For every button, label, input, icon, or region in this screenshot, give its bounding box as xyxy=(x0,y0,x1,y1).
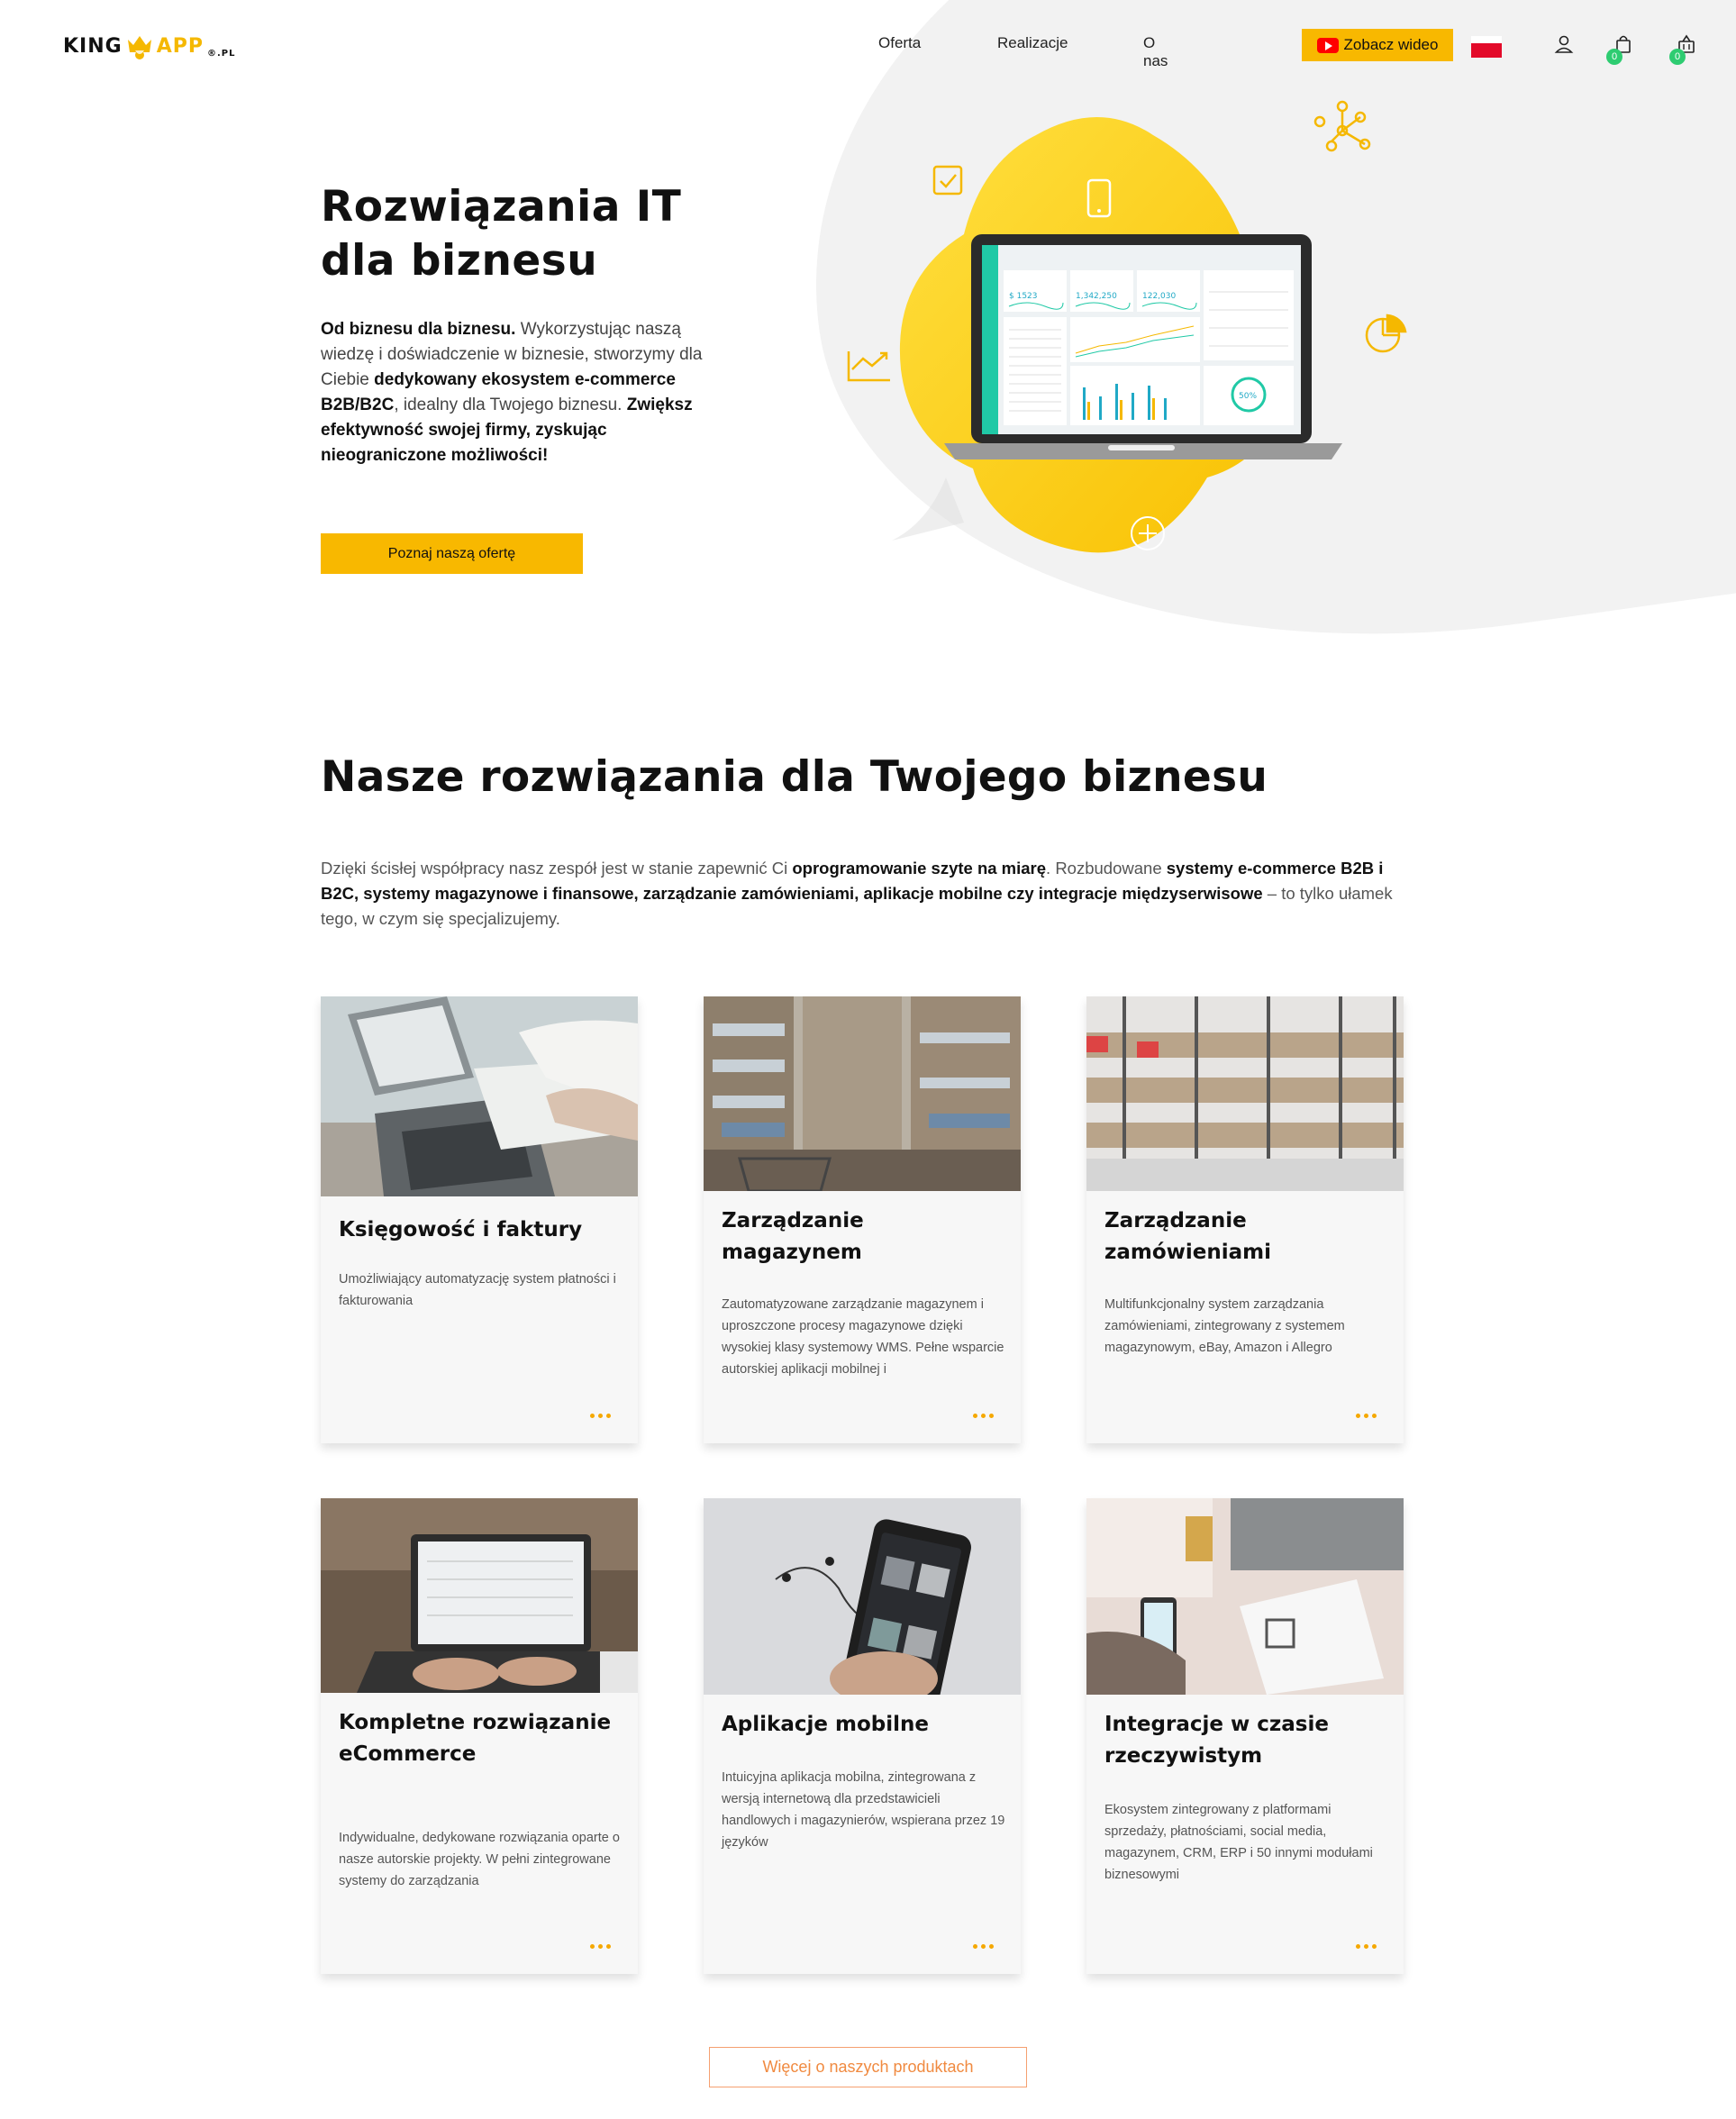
pie-chart-icon xyxy=(1365,314,1407,353)
solutions-section-description: Dzięki ścisłej współpracy nasz zespół je… xyxy=(321,856,1415,932)
watch-video-label: Zobacz wideo xyxy=(1343,36,1439,53)
card-description: Ekosystem zintegrowany z platformami spr… xyxy=(1104,1803,1373,1882)
card-title: Aplikacje mobilne xyxy=(722,1713,929,1736)
youtube-icon xyxy=(1316,37,1339,53)
card-accounting[interactable]: Księgowość i faktury Umożliwiający autom… xyxy=(321,996,638,1443)
section-text-2: . Rozbudowane xyxy=(1046,859,1167,878)
dash-value-2: 1,342,250 xyxy=(1076,292,1117,301)
section-text-1: Dzięki ścisłej współpracy nasz zespół je… xyxy=(321,859,793,878)
card-image-orders xyxy=(1086,996,1404,1191)
more-dots-icon[interactable] xyxy=(1356,1414,1377,1418)
card-integrations[interactable]: Integracje w czasie rzeczywistym Ekosyst… xyxy=(1086,1498,1404,1974)
more-dots-icon[interactable] xyxy=(1356,1944,1377,1949)
logo[interactable]: KING APP ®.PL xyxy=(63,31,235,61)
see-offer-button[interactable]: Poznaj naszą ofertę xyxy=(321,533,583,574)
section-text-bold-1: oprogramowanie szyte na miarę xyxy=(792,859,1047,878)
card-title: Integracje w czasie rzeczywistym xyxy=(1104,1713,1329,1768)
hero-text-2: , idealny dla Twojego biznesu. xyxy=(394,396,627,414)
hero-text-bold-1: Od biznesu dla biznesu. xyxy=(321,320,516,339)
hero-description: Od biznesu dla biznesu. Wykorzystując na… xyxy=(321,317,708,468)
hero-title: Rozwiązania IT dla biznesu xyxy=(321,182,682,286)
more-dots-icon[interactable] xyxy=(973,1414,994,1418)
more-dots-icon[interactable] xyxy=(590,1414,611,1418)
card-ecommerce[interactable]: Kompletne rozwiązanie eCommerce Indywidu… xyxy=(321,1498,638,1974)
card-description: Zautomatyzowane zarządzanie magazynem i … xyxy=(722,1297,1004,1377)
card-title: Zarządzanie zamówieniami xyxy=(1104,1209,1272,1264)
user-icon[interactable] xyxy=(1554,34,1574,54)
card-description: Multifunkcjonalny system zarządzania zam… xyxy=(1104,1297,1345,1355)
more-dots-icon[interactable] xyxy=(590,1944,611,1949)
nav-o-nas[interactable]: O nas xyxy=(1143,34,1168,70)
trend-chart-icon xyxy=(847,351,890,382)
basket-count-badge: 0 xyxy=(1669,49,1686,65)
network-icon xyxy=(1313,100,1371,152)
card-mobile[interactable]: Aplikacje mobilne Intuicyjna aplikacja m… xyxy=(704,1498,1021,1974)
solutions-section-title: Nasze rozwiązania dla Twojego biznesu xyxy=(321,752,1268,802)
card-description: Intuicyjna aplikacja mobilna, zintegrowa… xyxy=(722,1770,1005,1850)
card-image-integrations xyxy=(1086,1498,1404,1695)
polish-flag-icon[interactable] xyxy=(1471,36,1502,58)
card-description: Indywidualne, dedykowane rozwiązania opa… xyxy=(339,1831,620,1888)
logo-king-text: KING xyxy=(63,34,123,58)
dash-value-3: 122,030 xyxy=(1142,292,1176,301)
more-dots-icon[interactable] xyxy=(973,1944,994,1949)
card-description: Umożliwiający automatyzację system płatn… xyxy=(339,1272,616,1308)
nav-oferta[interactable]: Oferta xyxy=(878,34,921,52)
dash-gauge-value: 50% xyxy=(1239,392,1257,401)
hero-illustration: $ 1523 1,342,250 122,030 50% xyxy=(847,100,1407,553)
card-image-mobile xyxy=(704,1498,1021,1712)
card-image-ecommerce xyxy=(321,1498,638,1693)
nav-realizacje[interactable]: Realizacje xyxy=(997,34,1068,52)
watch-video-button[interactable]: Zobacz wideo xyxy=(1302,29,1453,61)
card-orders[interactable]: Zarządzanie zamówieniami Multifunkcjonal… xyxy=(1086,996,1404,1443)
card-warehouse[interactable]: Zarządzanie magazynem Zautomatyzowane za… xyxy=(704,996,1021,1443)
logo-app-text: APP xyxy=(156,34,204,58)
card-image-accounting xyxy=(321,996,638,1196)
crown-icon xyxy=(127,36,151,59)
checkbox-icon xyxy=(932,165,963,196)
bag-count-badge: 0 xyxy=(1606,49,1622,65)
logo-suffix: ®.PL xyxy=(206,49,236,59)
dash-value-1: $ 1523 xyxy=(1009,292,1038,301)
site-header: KING APP ®.PL Oferta Realizacje O nas Zo… xyxy=(0,0,1736,90)
more-products-button[interactable]: Więcej o naszych produktach xyxy=(709,2047,1027,2087)
card-title: Księgowość i faktury xyxy=(339,1218,583,1241)
card-title: Kompletne rozwiązanie eCommerce xyxy=(339,1711,612,1766)
card-image-warehouse xyxy=(704,996,1021,1193)
card-title: Zarządzanie magazynem xyxy=(722,1209,864,1264)
